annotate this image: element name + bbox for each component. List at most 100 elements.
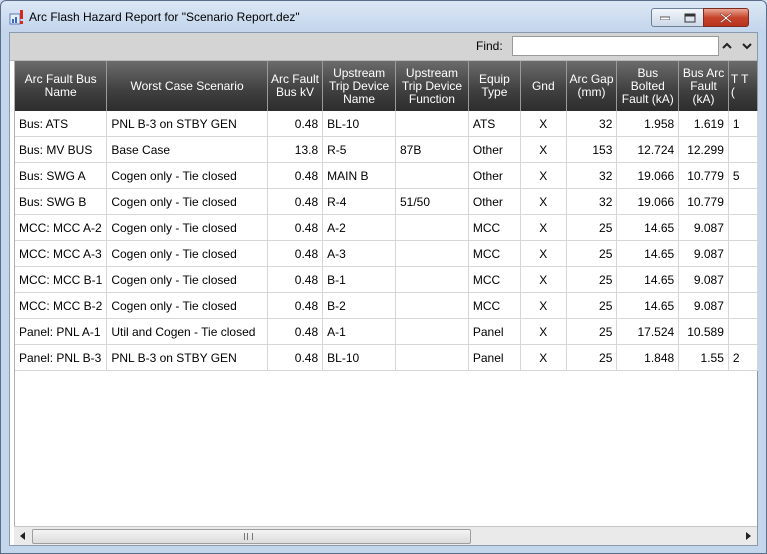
table-cell[interactable]: 14.65	[616, 266, 680, 293]
column-header[interactable]: Upstream Trip Device Name	[322, 61, 396, 111]
table-cell[interactable]: 17.524	[616, 318, 680, 345]
table-cell[interactable]: 2	[728, 344, 758, 371]
column-header[interactable]: Bus Bolted Fault (kA)	[616, 61, 680, 111]
table-cell[interactable]: 14.65	[616, 240, 680, 267]
table-cell[interactable]: Other	[468, 188, 521, 215]
table-cell[interactable]: Cogen only - Tie closed	[106, 240, 268, 267]
table-cell[interactable]: 0.48	[267, 318, 324, 345]
table-cell[interactable]: 9.087	[678, 292, 729, 319]
table-cell[interactable]: 51/50	[395, 188, 469, 215]
table-cell[interactable]: Bus: ATS	[15, 111, 108, 137]
table-cell[interactable]: MCC: MCC B-1	[15, 266, 108, 293]
table-cell[interactable]	[395, 162, 469, 189]
table-cell[interactable]: A-3	[322, 240, 396, 267]
table-cell[interactable]: 0.48	[267, 240, 324, 267]
table-cell[interactable]: Cogen only - Tie closed	[106, 214, 268, 241]
table-cell[interactable]: Cogen only - Tie closed	[106, 162, 268, 189]
table-cell[interactable]: 0.48	[267, 214, 324, 241]
column-header[interactable]: Equip Type	[468, 61, 521, 111]
column-header[interactable]: Arc Fault Bus Name	[15, 61, 108, 111]
table-cell[interactable]: 0.48	[267, 292, 324, 319]
table-cell[interactable]: 1.55	[678, 344, 729, 371]
table-cell[interactable]: 25	[566, 266, 618, 293]
table-cell[interactable]: 25	[566, 214, 618, 241]
table-cell[interactable]	[395, 318, 469, 345]
table-cell[interactable]	[728, 188, 758, 215]
table-cell[interactable]: 0.48	[267, 111, 324, 137]
table-cell[interactable]: A-1	[322, 318, 396, 345]
table-cell[interactable]: 25	[566, 344, 618, 371]
table-cell[interactable]: X	[520, 240, 567, 267]
table-cell[interactable]: 19.066	[616, 188, 680, 215]
table-cell[interactable]: MCC: MCC B-2	[15, 292, 108, 319]
table-cell[interactable]: 12.299	[678, 136, 729, 163]
table-cell[interactable]: Panel: PNL A-1	[15, 318, 108, 345]
table-cell[interactable]: 1	[728, 111, 758, 137]
scroll-left-button[interactable]	[14, 527, 32, 545]
table-cell[interactable]: 5	[728, 162, 758, 189]
table-row[interactable]: MCC: MCC A-2 Cogen only - Tie closed 0.48 A…	[15, 214, 758, 241]
table-row[interactable]: Bus: SWG A Cogen only - Tie closed 0.48 MAI…	[15, 162, 758, 189]
table-cell[interactable]	[728, 292, 758, 319]
table-cell[interactable]: Other	[468, 162, 521, 189]
table-cell[interactable]: Panel: PNL B-3	[15, 344, 108, 371]
table-cell[interactable]: A-2	[322, 214, 396, 241]
table-cell[interactable]	[395, 266, 469, 293]
column-header[interactable]: Arc Gap (mm)	[566, 61, 618, 111]
table-row[interactable]: Panel: PNL B-3 PNL B-3 on STBY GEN 0.48 BL-…	[15, 344, 758, 371]
table-cell[interactable]: 10.779	[678, 188, 729, 215]
table-cell[interactable]: 25	[566, 240, 618, 267]
table-cell[interactable]: Bus: MV BUS	[15, 136, 108, 163]
table-cell[interactable]: 9.087	[678, 240, 729, 267]
table-cell[interactable]: 1.958	[616, 111, 680, 137]
table-cell[interactable]: Panel	[468, 318, 521, 345]
table-cell[interactable]: ATS	[468, 111, 521, 137]
table-cell[interactable]: 87B	[395, 136, 469, 163]
column-header[interactable]: Bus Arc Fault (kA)	[678, 61, 729, 111]
table-cell[interactable]: BL-10	[322, 111, 396, 137]
table-cell[interactable]	[728, 240, 758, 267]
table-cell[interactable]: MCC: MCC A-2	[15, 214, 108, 241]
table-cell[interactable]	[728, 136, 758, 163]
table-cell[interactable]	[728, 214, 758, 241]
table-cell[interactable]: R-4	[322, 188, 396, 215]
table-cell[interactable]: 25	[566, 318, 618, 345]
table-cell[interactable]: PNL B-3 on STBY GEN	[106, 111, 268, 137]
table-cell[interactable]: 0.48	[267, 266, 324, 293]
horizontal-scrollbar[interactable]	[14, 526, 757, 545]
table-cell[interactable]: PNL B-3 on STBY GEN	[106, 344, 268, 371]
table-cell[interactable]: X	[520, 318, 567, 345]
table-cell[interactable]: X	[520, 136, 567, 163]
table-cell[interactable]: 32	[566, 111, 618, 137]
find-next-button[interactable]	[740, 39, 754, 53]
table-cell[interactable]: X	[520, 162, 567, 189]
table-cell[interactable]: B-1	[322, 266, 396, 293]
table-cell[interactable]: 25	[566, 292, 618, 319]
table-cell[interactable]: Cogen only - Tie closed	[106, 266, 268, 293]
table-cell[interactable]: X	[520, 266, 567, 293]
table-cell[interactable]: 10.779	[678, 162, 729, 189]
table-cell[interactable]: Cogen only - Tie closed	[106, 188, 268, 215]
table-cell[interactable]: X	[520, 188, 567, 215]
table-row[interactable]: MCC: MCC B-1 Cogen only - Tie closed 0.48 B…	[15, 266, 758, 293]
table-cell[interactable]: 0.48	[267, 188, 324, 215]
table-cell[interactable]	[728, 266, 758, 293]
table-row[interactable]: MCC: MCC B-2 Cogen only - Tie closed 0.48 B…	[15, 292, 758, 319]
table-cell[interactable]: 19.066	[616, 162, 680, 189]
table-row[interactable]: Bus: SWG B Cogen only - Tie closed 0.48 R-4…	[15, 188, 758, 215]
table-cell[interactable]: X	[520, 111, 567, 137]
table-cell[interactable]: MAIN B	[322, 162, 396, 189]
table-cell[interactable]: B-2	[322, 292, 396, 319]
table-cell[interactable]: 12.724	[616, 136, 680, 163]
maximize-button[interactable]	[677, 8, 704, 27]
table-cell[interactable]: BL-10	[322, 344, 396, 371]
column-header[interactable]: Worst Case Scenario	[106, 61, 268, 111]
table-cell[interactable]: 14.65	[616, 214, 680, 241]
scrollbar-thumb[interactable]	[32, 529, 471, 544]
table-cell[interactable]: 10.589	[678, 318, 729, 345]
table-cell[interactable]: 0.48	[267, 162, 324, 189]
title-bar[interactable]: Arc Flash Hazard Report for "Scenario Re…	[1, 1, 766, 31]
table-row[interactable]: Panel: PNL A-1 Util and Cogen - Tie close…	[15, 318, 758, 345]
table-cell[interactable]	[395, 214, 469, 241]
table-cell[interactable]: MCC: MCC A-3	[15, 240, 108, 267]
